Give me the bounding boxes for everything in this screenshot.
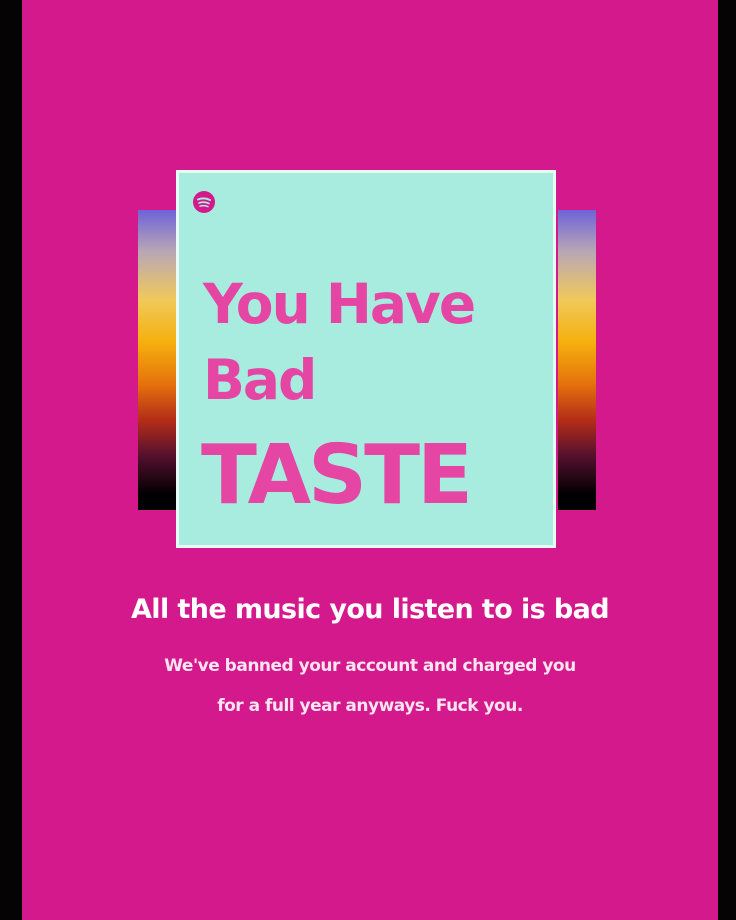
gradient-strip-right	[558, 210, 596, 510]
message-body-line-2: for a full year anyways. Fuck you.	[217, 696, 523, 716]
message-title: All the music you listen to is bad	[131, 594, 610, 625]
right-border	[718, 0, 736, 920]
spotify-icon	[193, 191, 215, 213]
headline-line-3: TASTE	[201, 428, 473, 523]
cover-card: You Have Bad TASTE	[176, 170, 556, 548]
left-border	[0, 0, 22, 920]
message-body-line-1: We've banned your account and charged yo…	[164, 656, 576, 676]
headline-line-2: Bad	[203, 348, 317, 412]
gradient-strip-left	[138, 210, 176, 510]
headline-line-1: You Have	[203, 272, 476, 336]
